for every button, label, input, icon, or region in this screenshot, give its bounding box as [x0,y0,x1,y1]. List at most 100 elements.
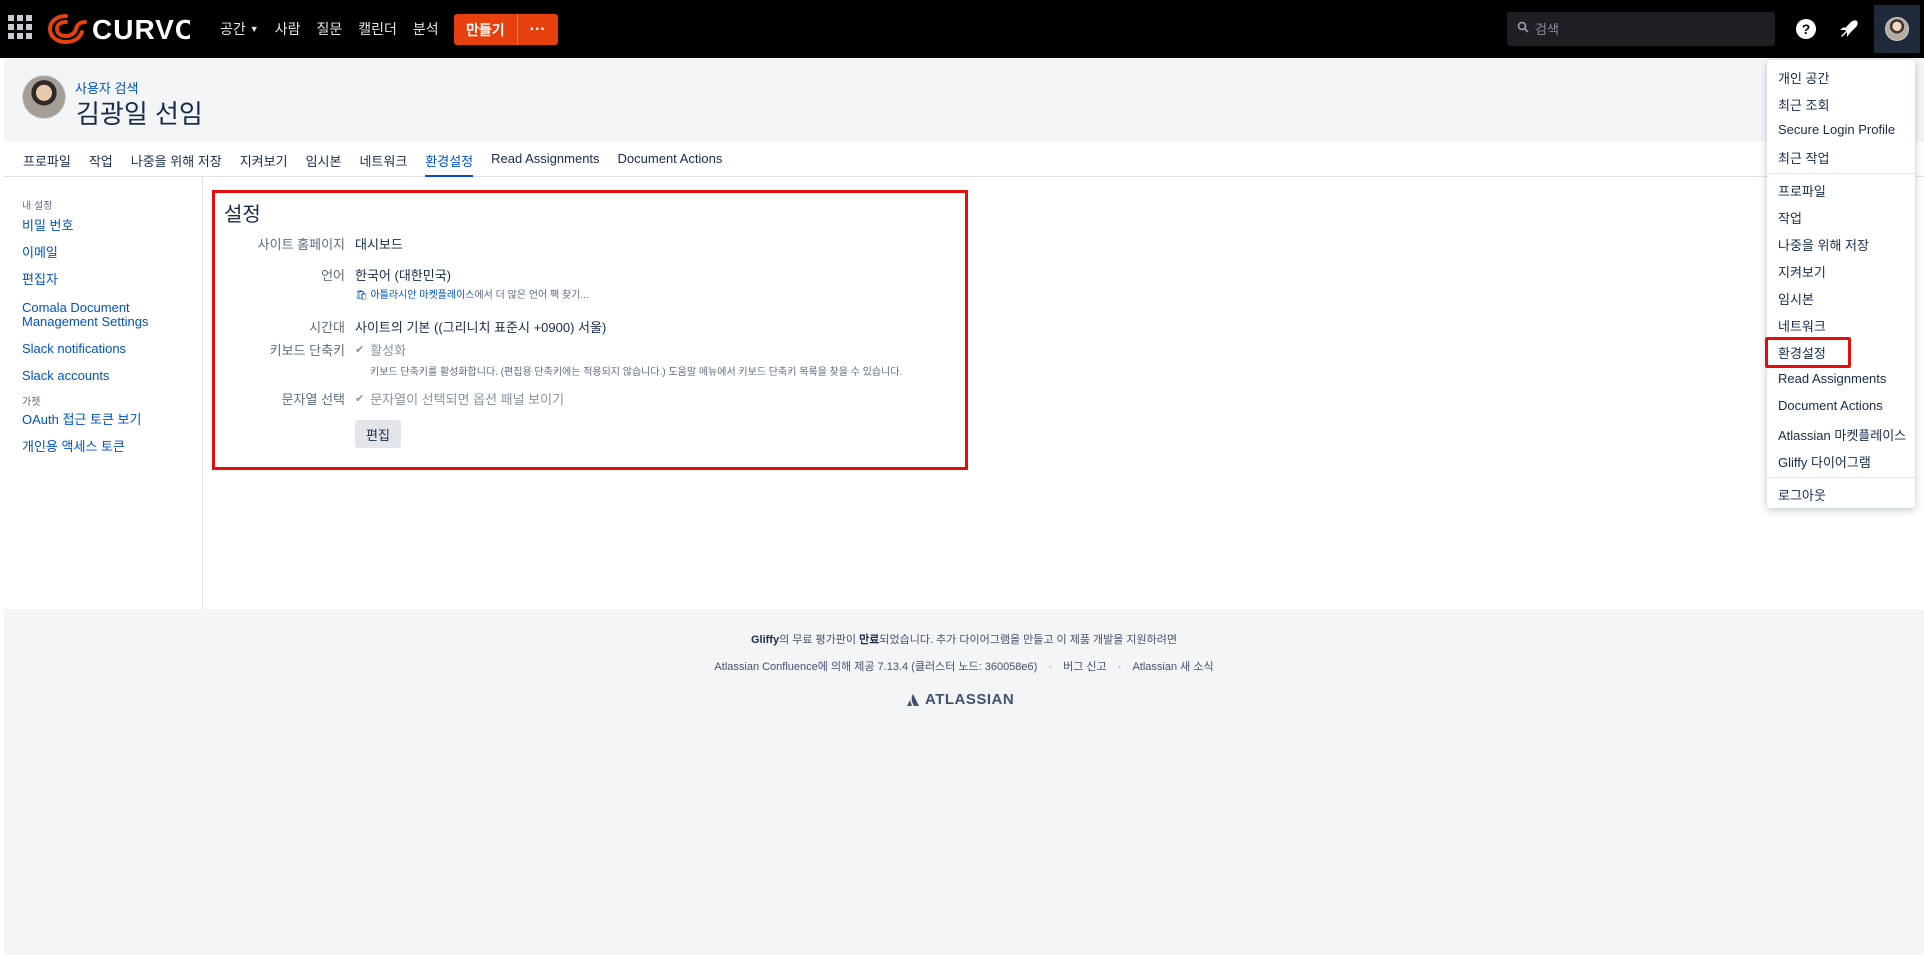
help-icon[interactable]: ? [1794,17,1818,41]
sidebar-item-slack-notifications[interactable]: Slack notifications [22,342,202,356]
settings-panel-highlight: 설정 사이트 홈페이지 대시보드 언어 한국어 (대한민국) 🛍 아틀라시안 마… [212,190,968,470]
profile-header: 사용자 검색 김광일 선임 [4,58,1924,142]
menu-item-secure-login-profile[interactable]: Secure Login Profile [1778,122,1895,137]
homepage-value: 대시보드 [355,237,403,252]
menu-divider [1767,173,1915,174]
tab-network[interactable]: 네트워크 [359,142,407,177]
tab-settings[interactable]: 환경설정 [425,142,474,177]
settings-title: 설정 [224,204,261,226]
language-value: 한국어 (대한민국) [355,268,451,283]
marketplace-bag-icon: 🛍 [355,290,368,301]
sidebar-item-personal-access-tokens[interactable]: 개인용 액세스 토큰 [22,440,202,454]
check-icon: ✔ [355,393,365,405]
nav-questions[interactable]: 질문 [308,18,350,40]
chevron-down-icon: ▼ [249,24,259,34]
gliffy-mid: 의 무료 평가판이 [779,634,860,646]
nav-analytics-label: 분석 [412,21,439,37]
menu-item-drafts[interactable]: 임시본 [1778,289,1814,308]
gliffy-expired: 만료 [859,634,880,646]
shortcuts-value: 활성화 [370,343,407,358]
powered-by-link[interactable]: Atlassian Confluence에 의해 제공 7.13.4 (클러스터… [714,661,1037,673]
nav-questions-label: 질문 [316,21,343,37]
menu-item-gliffy-diagrams[interactable]: Gliffy 다이어그램 [1778,452,1871,471]
menu-item-watching[interactable]: 지켜보기 [1778,262,1826,281]
edit-button[interactable]: 편집 [355,420,401,448]
shortcuts-help-text: 키보드 단축키를 활성화합니다. (편집용 단축키에는 적용되지 않습니다.) … [370,367,903,378]
atlassian-wordmark: ATLASSIAN [925,691,1015,708]
profile-avatar[interactable] [22,75,66,119]
language-label: 언어 [321,268,345,283]
sidebar-item-slack-accounts[interactable]: Slack accounts [22,369,202,383]
tab-saved-for-later[interactable]: 나중을 위해 저장 [131,142,222,177]
svg-text:?: ? [1802,21,1811,37]
menu-item-network[interactable]: 네트워크 [1778,316,1826,335]
footer-links: Atlassian Confluence에 의해 제공 7.13.4 (클러스터… [4,658,1924,674]
search-input[interactable] [1535,21,1755,37]
sidebar-item-editor[interactable]: 편집자 [22,273,202,287]
tab-work[interactable]: 작업 [89,142,113,177]
sidebar-heading-my-settings: 내 설정 [22,201,53,212]
menu-item-recent-work[interactable]: 최근 작업 [1778,148,1829,167]
timezone-label: 시간대 [309,320,345,335]
tab-watching[interactable]: 지켜보기 [240,142,288,177]
profile-tabs: 프로파일 작업 나중을 위해 저장 지켜보기 임시본 네트워크 환경설정 Rea… [4,142,1924,177]
menu-item-recently-viewed[interactable]: 최근 조회 [1778,95,1829,114]
svg-text:CURVC: CURVC [92,14,190,45]
nav-spaces-label: 공간 [220,21,246,37]
menu-item-document-actions[interactable]: Document Actions [1778,398,1883,413]
settings-sidebar: 내 설정 비밀 번호 이메일 편집자 Comala Document Manag… [4,177,203,609]
atlassian-news-link[interactable]: Atlassian 새 소식 [1132,661,1213,673]
search-box[interactable] [1507,12,1775,46]
nav-calendar[interactable]: 캘린더 [350,18,405,40]
check-icon: ✔ [355,344,365,356]
atlassian-mark-icon [907,693,919,706]
user-dropdown-menu: 개인 공간 최근 조회 Secure Login Profile 최근 작업 프… [1767,60,1915,508]
settings-menu-highlight [1765,337,1851,368]
nav-spaces[interactable]: 공간 ▼ [212,18,267,40]
tab-document-actions[interactable]: Document Actions [618,142,723,177]
menu-divider [1767,477,1915,478]
footer-separator: · [1048,661,1053,673]
nav-people-label: 사람 [274,21,301,37]
tab-read-assignments[interactable]: Read Assignments [491,142,599,177]
user-avatar-button[interactable] [1874,5,1920,53]
bug-report-link[interactable]: 버그 신고 [1063,661,1107,673]
nav-analytics[interactable]: 분석 [405,18,447,40]
sidebar-item-email[interactable]: 이메일 [22,246,202,260]
language-marketplace-hint: 🛍 아틀라시안 마켓플레이스에서 더 많은 언어 팩 찾기... [355,286,589,301]
menu-item-read-assignments[interactable]: Read Assignments [1778,371,1886,386]
menu-item-logout[interactable]: 로그아웃 [1778,485,1826,504]
footer-separator: · [1117,661,1122,673]
text-selection-checkbox: ✔ 문자열이 선택되면 옵션 패널 보이기 [355,389,564,408]
gliffy-trial-notice: Gliffy의 무료 평가판이 만료되었습니다. 추가 다이어그램을 만들고 이… [4,631,1924,647]
marketplace-link-suffix: 에서 더 많은 언어 팩 찾기... [474,290,589,301]
create-button[interactable]: 만들기 [454,14,517,45]
search-icon [1517,20,1529,38]
curvc-logo[interactable]: CURVC [47,12,195,46]
avatar [1885,17,1909,41]
gliffy-name: Gliffy [750,634,780,646]
shortcuts-checkbox: ✔ 활성화 [355,340,406,359]
sidebar-item-oauth-tokens[interactable]: OAuth 접근 토큰 보기 [22,413,202,427]
notifications-icon[interactable] [1836,17,1860,41]
tab-profile[interactable]: 프로파일 [23,142,71,177]
nav-people[interactable]: 사람 [267,18,309,40]
nav-calendar-label: 캘린더 [358,21,397,37]
sidebar-item-password[interactable]: 비밀 번호 [22,219,202,233]
create-more-button[interactable]: ··· [516,14,558,45]
atlassian-logo[interactable]: ATLASSIAN [906,691,1014,708]
sidebar-heading-gadgets: 가젯 [22,397,41,408]
shortcuts-label: 키보드 단축키 [269,343,345,358]
menu-item-saved-for-later[interactable]: 나중을 위해 저장 [1778,235,1869,254]
timezone-value: 사이트의 기본 ((그리니치 표준시 +0900) 서울) [355,320,607,335]
menu-item-profile[interactable]: 프로파일 [1778,181,1826,200]
menu-item-personal-space[interactable]: 개인 공간 [1778,68,1829,87]
sidebar-item-comala-settings[interactable]: Comala Document Management Settings [22,301,202,329]
app-switcher-icon[interactable] [8,15,32,39]
profile-name: 김광일 선임 [76,99,203,129]
menu-item-work[interactable]: 작업 [1778,208,1802,227]
menu-item-atlassian-marketplace[interactable]: Atlassian 마켓플레이스 [1778,425,1906,444]
marketplace-link[interactable]: 아틀라시안 마켓플레이스 [370,290,474,301]
create-button-group: 만들기 ··· [454,14,558,45]
tab-drafts[interactable]: 임시본 [306,142,342,177]
